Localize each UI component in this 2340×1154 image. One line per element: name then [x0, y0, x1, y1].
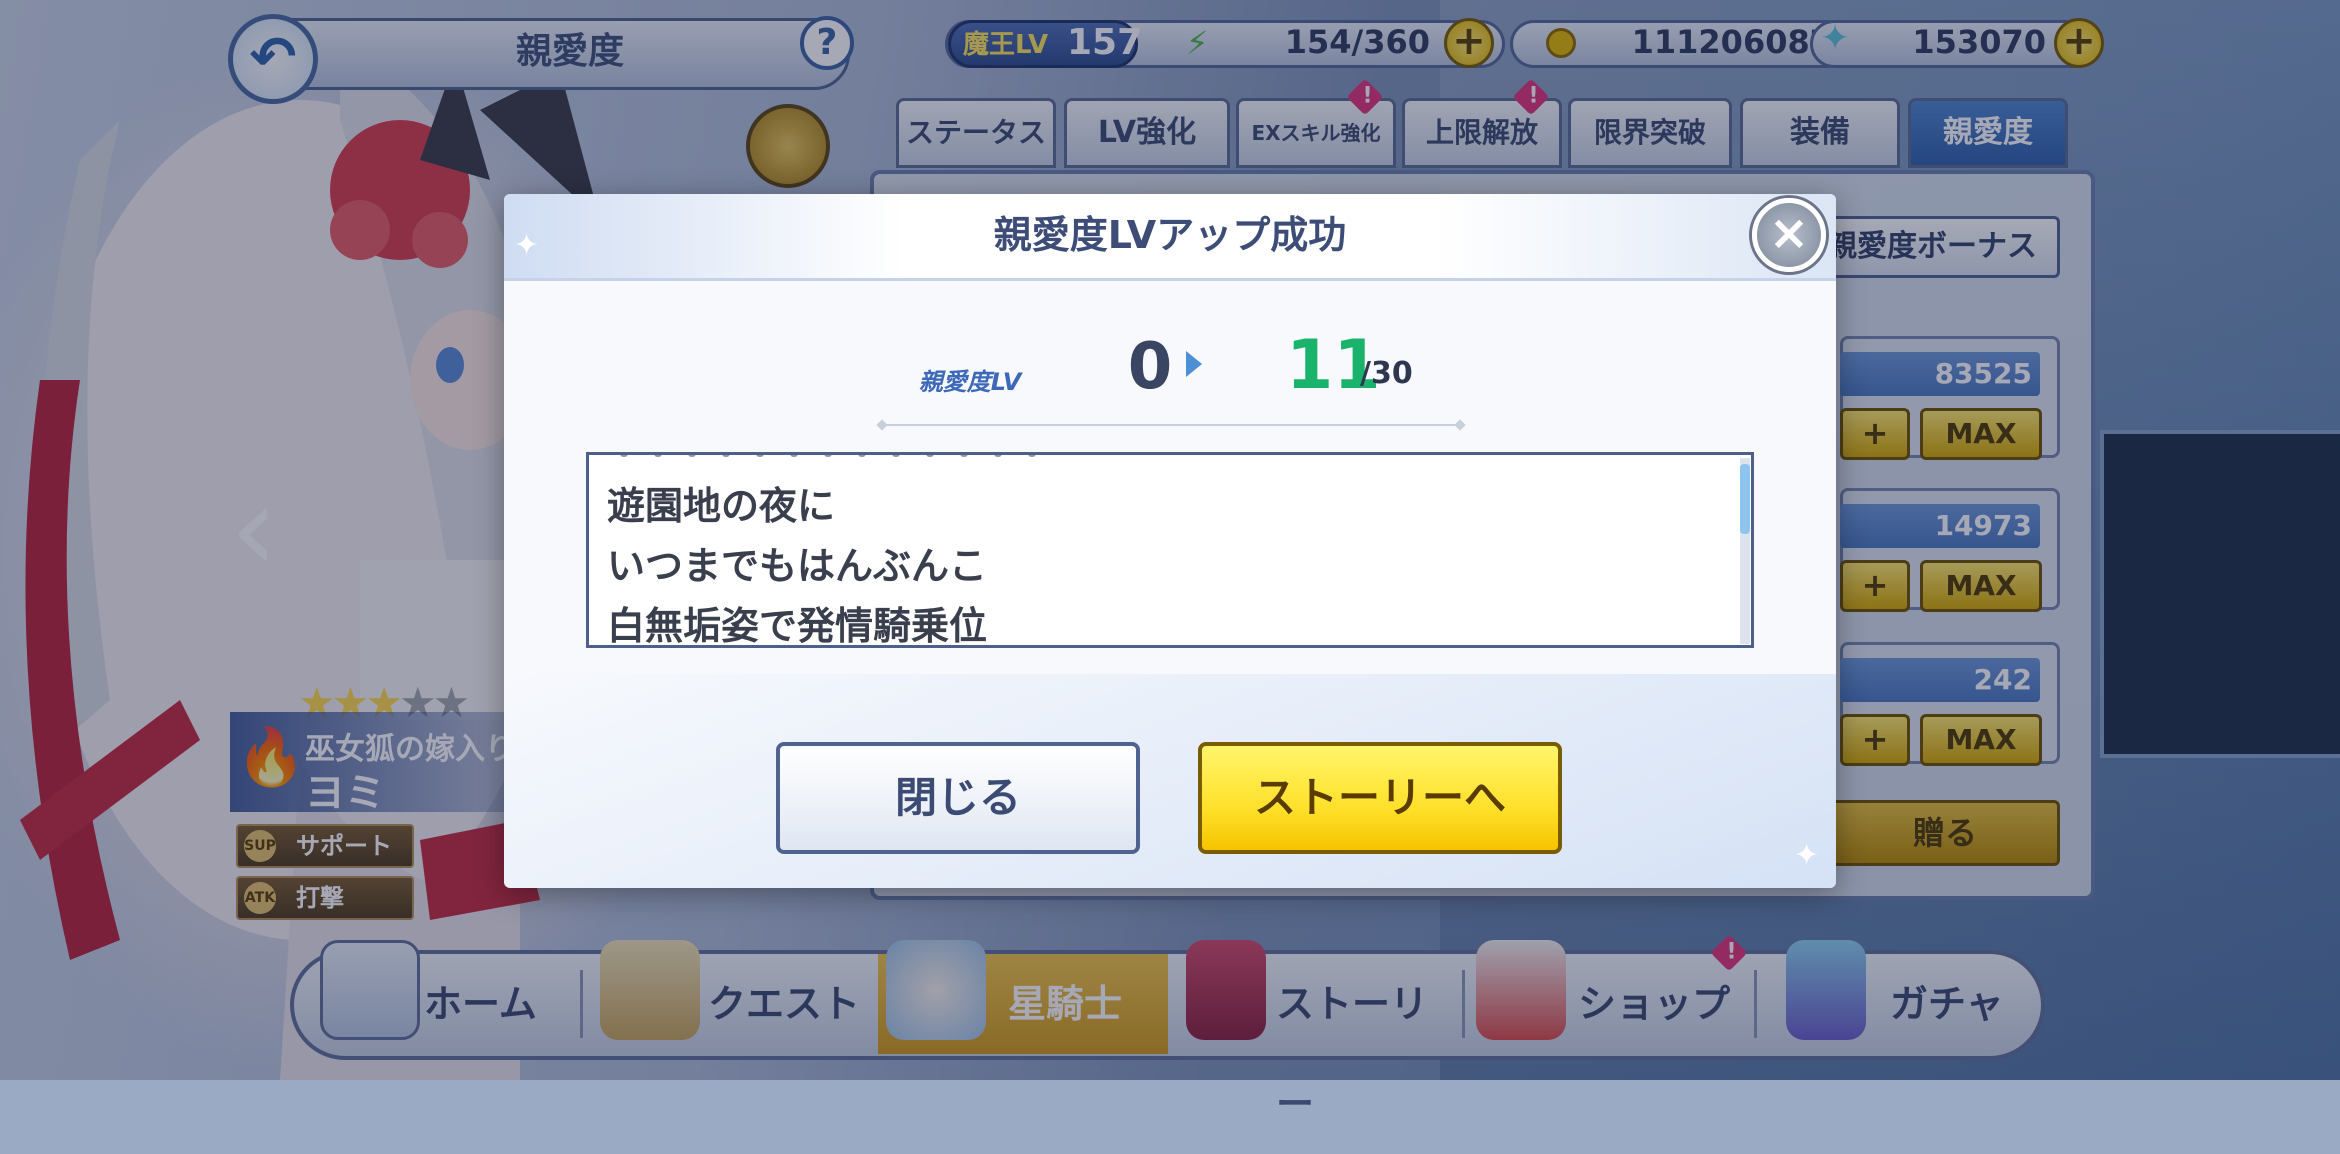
level-from-value: 0: [1127, 330, 1173, 404]
arrow-right-icon: [1186, 351, 1202, 377]
list-item-partial: ・・・・・・・・・・・・・: [607, 452, 1049, 475]
close-icon[interactable]: ×: [1752, 198, 1826, 272]
sparkle-icon: ✦: [1794, 838, 1820, 873]
sparkle-icon: ✦: [514, 228, 540, 263]
close-button[interactable]: 閉じる: [776, 742, 1140, 854]
list-scrollbar-thumb[interactable]: [1740, 464, 1750, 534]
go-to-story-button[interactable]: ストーリーへ: [1198, 742, 1562, 854]
dialog-decoration: [504, 674, 1836, 888]
unlocked-story-list[interactable]: ・・・・・・・・・・・・・ 遊園地の夜に いつまでもはんぶんこ 白無垢姿で発情騎…: [586, 452, 1754, 648]
list-item: 白無垢姿で発情騎乗位: [607, 604, 988, 648]
divider-line: [882, 424, 1460, 426]
list-item: いつまでもはんぶんこ: [607, 544, 988, 588]
level-max-value: /30: [1360, 356, 1413, 391]
list-item: 遊園地の夜に: [607, 484, 836, 528]
affection-level-label: 親愛度LV: [918, 368, 1022, 396]
dialog-title: 親愛度LVアップ成功: [993, 213, 1347, 257]
